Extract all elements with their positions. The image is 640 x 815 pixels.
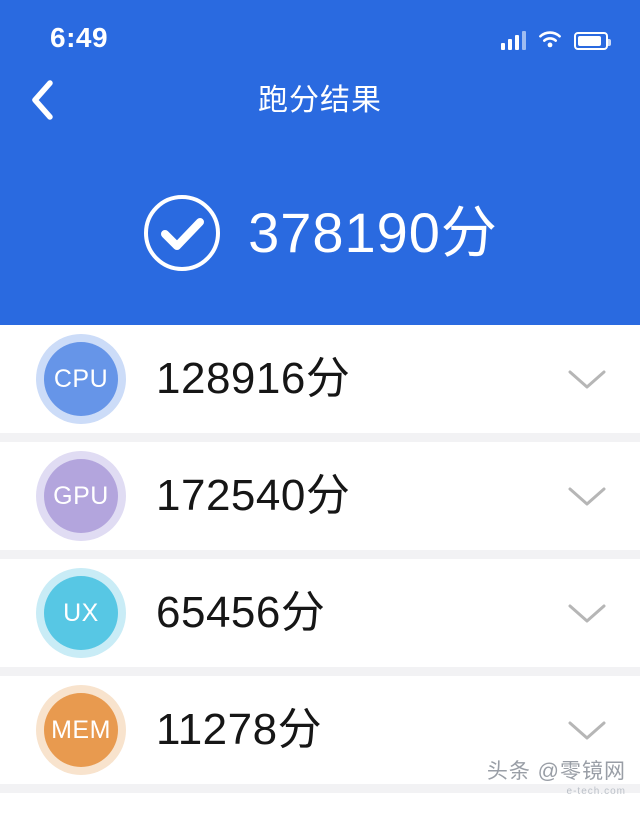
- gpu-score: 172540分: [156, 471, 351, 520]
- ux-badge-label: UX: [44, 576, 118, 650]
- signal-bars-icon: [500, 30, 526, 50]
- mem-badge-label: MEM: [44, 693, 118, 767]
- score-list: CPU 128916分 GPU 172540分 UX 65456分 MEM 11…: [0, 325, 640, 815]
- chevron-down-icon: [568, 721, 606, 740]
- gpu-badge-label: GPU: [44, 459, 118, 533]
- chevron-down-icon: [568, 370, 606, 389]
- nav-bar: 跑分结果: [0, 64, 640, 138]
- blue-header: 6:49 跑分结果 378190分: [0, 0, 640, 325]
- score-row-cpu[interactable]: CPU 128916分: [0, 325, 640, 433]
- cpu-badge-label: CPU: [44, 342, 118, 416]
- gpu-badge: GPU: [36, 451, 126, 541]
- cpu-expand-button[interactable]: [562, 354, 612, 404]
- cpu-badge: CPU: [36, 334, 126, 424]
- status-time: 6:49: [50, 22, 109, 53]
- mem-badge: MEM: [36, 685, 126, 775]
- row-divider: [0, 433, 640, 442]
- status-icons: [500, 26, 611, 50]
- gpu-expand-button[interactable]: [562, 471, 612, 521]
- status-bar: 6:49: [0, 0, 640, 64]
- row-divider: [0, 550, 640, 559]
- total-score-block: 378190分: [0, 178, 640, 288]
- score-row-mem[interactable]: MEM 11278分: [0, 676, 640, 784]
- total-score: 378190分: [248, 201, 498, 264]
- page-title: 跑分结果: [258, 84, 382, 117]
- mem-expand-button[interactable]: [562, 705, 612, 755]
- battery-icon: [574, 32, 611, 50]
- chevron-down-icon: [568, 604, 606, 623]
- row-divider: [0, 667, 640, 676]
- check-circle-icon: [144, 195, 221, 271]
- benchmark-result-screen: 6:49 跑分结果 378190分 CPU 128916分 GPU 172540…: [0, 0, 640, 815]
- chevron-down-icon: [568, 487, 606, 506]
- mem-score: 11278分: [156, 705, 323, 754]
- row-divider: [0, 784, 640, 793]
- ux-score: 65456分: [156, 588, 326, 637]
- score-row-gpu[interactable]: GPU 172540分: [0, 442, 640, 550]
- score-row-ux[interactable]: UX 65456分: [0, 559, 640, 667]
- ux-expand-button[interactable]: [562, 588, 612, 638]
- score-row-next[interactable]: [0, 793, 640, 815]
- ux-badge: UX: [36, 568, 126, 658]
- wifi-icon: [539, 31, 561, 48]
- cpu-score: 128916分: [156, 354, 351, 403]
